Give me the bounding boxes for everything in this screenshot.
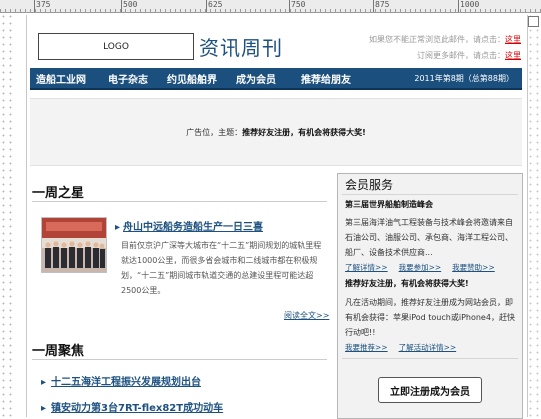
read-more-link[interactable]: 阅读全文>>	[284, 310, 329, 321]
nav-item-emagazine[interactable]: 电子杂志	[108, 71, 148, 86]
feature-headline-text: 舟山中远船务造船生产一日三喜	[123, 222, 264, 233]
ruler-label: 625	[208, 0, 223, 9]
event-title: 第三届世界船舶制造峰会	[345, 200, 433, 209]
ruler-major-tick	[206, 0, 207, 12]
ruler-major-tick	[121, 0, 122, 12]
subscribe-text: 订阅更多邮件，请点击：	[417, 51, 505, 60]
issue-number: 2011年第8期（总第88期）	[414, 74, 514, 83]
panel-divider	[342, 194, 518, 195]
ad-label: 广告位，主题：	[186, 127, 243, 137]
subscribe-line: 订阅更多邮件，请点击：这里	[369, 48, 521, 64]
focus-news-link[interactable]: ▸ 镇安动力第3台7RT-flex82T成功动车	[41, 399, 223, 414]
ruler-major-tick	[289, 0, 290, 12]
nav-item-shipbuilding[interactable]: 造船工业网	[36, 71, 86, 86]
canvas-grid	[527, 13, 541, 417]
resize-handle[interactable]	[528, 16, 539, 27]
register-member-button[interactable]: 立即注册成为会员	[378, 377, 482, 403]
view-online-link[interactable]: 这里	[505, 35, 521, 44]
refer-friend-link[interactable]: 我要推荐>>	[345, 343, 388, 352]
horizontal-ruler: 375 500 625 750 875 1000	[0, 0, 541, 13]
event-sponsor-link[interactable]: 我要赞助>>	[452, 263, 495, 272]
newsletter-title: 资讯周刊	[199, 36, 283, 60]
subscribe-link[interactable]: 这里	[505, 51, 521, 60]
event-details-link[interactable]: 了解详情>>	[345, 263, 388, 272]
nav-item-meet[interactable]: 约见船舶界	[167, 71, 217, 86]
focus-news-text: 十二五海洋工程振兴发展规划出台	[51, 377, 202, 388]
event-links: 了解详情>> 我要参加>> 我要赞助>>	[345, 262, 506, 273]
ad-banner[interactable]: 广告位，主题： 推荐好友注册，有机会将获得大奖!	[30, 98, 522, 166]
newsletter-page: LOGO 资讯周刊 如果您不能正常浏览此邮件，请点击：这里 订阅更多邮件，请点击…	[26, 15, 528, 419]
nav-item-membership[interactable]: 成为会员	[236, 71, 276, 86]
arrow-right-icon: ▸	[41, 377, 47, 388]
vertical-ruler	[0, 13, 13, 417]
member-services-heading: 会员服务	[345, 178, 394, 192]
view-online-text: 如果您不能正常浏览此邮件，请点击：	[369, 35, 505, 44]
event-description: 第三届海洋油气工程装备与技术峰会将邀请来自石油公司、油服公司、承包商、海洋工程公…	[345, 218, 513, 257]
ruler-major-tick	[458, 0, 459, 12]
member-services-panel: 会员服务 第三届世界船舶制造峰会 第三届海洋油气工程装备与技术峰会将邀请来自石油…	[337, 173, 523, 419]
feature-photo[interactable]	[41, 217, 107, 273]
ruler-label: 500	[123, 0, 138, 9]
focus-news-link[interactable]: ▸ 十二五海洋工程振兴发展规划出台	[41, 373, 201, 388]
ruler-label: 1000	[460, 0, 480, 9]
arrow-right-icon: ▸	[41, 403, 47, 414]
nav-item-refer[interactable]: 推荐给朋友	[301, 71, 351, 86]
ruler-major-tick	[373, 0, 374, 12]
ad-text: 推荐好友注册，有机会将获得大奖!	[242, 127, 366, 137]
event-join-link[interactable]: 我要参加>>	[399, 263, 442, 272]
focus-news-text: 镇安动力第3台7RT-flex82T成功动车	[51, 403, 224, 414]
ruler-major-tick	[34, 0, 35, 12]
arrow-right-icon: ▸	[115, 222, 121, 233]
feature-summary: 目前仅京沪广深等大城市在“十二五”期间规划的城轨里程就达1000公里，而很多省会…	[121, 241, 322, 295]
view-online-line: 如果您不能正常浏览此邮件，请点击：这里	[369, 32, 521, 48]
promo-links: 我要推荐>> 了解活动详情>>	[345, 342, 467, 353]
feature-headline-link[interactable]: ▸ 舟山中远船务造船生产一日三喜	[115, 218, 263, 233]
weekly-focus-heading: 一周聚焦	[32, 344, 85, 359]
panel-divider	[342, 358, 518, 359]
promo-details-link[interactable]: 了解活动详情>>	[399, 343, 457, 352]
section-divider	[32, 359, 327, 360]
group-photo-image	[42, 218, 106, 272]
promo-description: 凡在活动期间，推荐好友注册成为网站会员，即有机会获得：苹果iPod touch或…	[345, 298, 515, 337]
logo-placeholder: LOGO	[38, 33, 194, 60]
header-links: 如果您不能正常浏览此邮件，请点击：这里 订阅更多邮件，请点击：这里	[369, 32, 521, 64]
ruler-label: 750	[291, 0, 306, 9]
main-nav: 造船工业网 电子杂志 约见船舶界 成为会员 推荐给朋友 2011年第8期（总第8…	[30, 68, 522, 90]
ruler-label: 375	[36, 0, 51, 9]
promo-title: 推荐好友注册，有机会将获得大奖!	[345, 279, 469, 288]
weekly-star-heading: 一周之星	[32, 186, 85, 201]
ruler-label: 875	[375, 0, 390, 9]
section-divider	[32, 201, 327, 202]
